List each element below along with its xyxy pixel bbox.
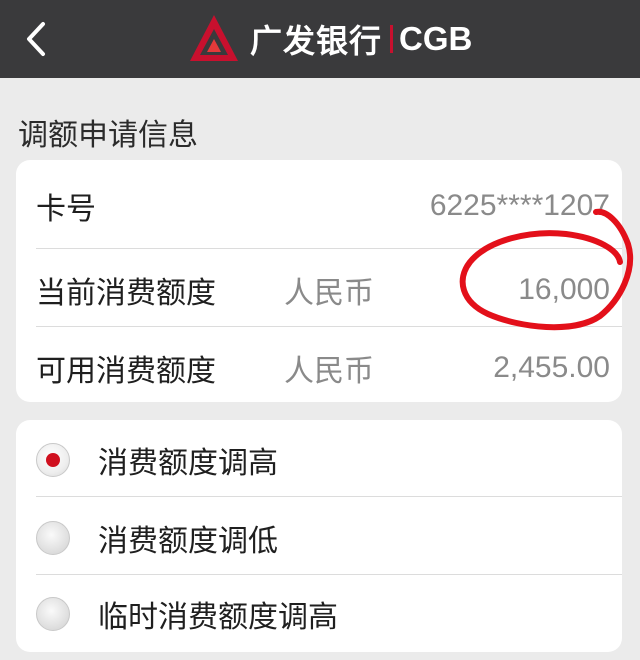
radio-selected-dot	[46, 453, 60, 467]
available-limit-row: 可用消费额度 人民币 2,455.00	[36, 348, 612, 389]
chevron-left-icon	[27, 22, 45, 56]
current-limit-value: 16,000	[518, 273, 610, 306]
bank-brand: 广发银行 CGB	[188, 12, 472, 66]
radio-button[interactable]	[36, 521, 70, 555]
current-limit-row: 当前消费额度 人民币 16,000	[36, 270, 612, 311]
card-number-label: 卡号	[36, 192, 96, 227]
current-limit-label: 当前消费额度	[36, 276, 216, 311]
available-limit-value: 2,455.00	[493, 351, 610, 384]
option-label: 消费额度调低	[98, 524, 278, 559]
adjustment-type-card: 消费额度调高 消费额度调低 临时消费额度调高	[16, 420, 622, 652]
current-limit-currency: 人民币	[284, 276, 374, 311]
divider	[36, 574, 622, 575]
available-limit-currency: 人民币	[284, 354, 374, 389]
limit-info-card: 卡号 6225****1207 当前消费额度 人民币 16,000 可用消费额度…	[16, 160, 622, 402]
section-title: 调额申请信息	[18, 118, 198, 153]
brand-separator	[390, 25, 394, 53]
card-number-value: 6225****1207	[429, 189, 610, 222]
divider	[36, 326, 622, 327]
option-decrease-limit[interactable]: 消费额度调低	[36, 518, 612, 559]
bank-name-english: CGB	[399, 20, 473, 57]
divider	[36, 496, 622, 497]
radio-button[interactable]	[36, 597, 70, 631]
back-button[interactable]	[14, 14, 58, 64]
available-limit-label: 可用消费额度	[36, 354, 216, 389]
card-number-row: 卡号 6225****1207	[36, 186, 612, 227]
bank-name-chinese: 广发银行	[250, 22, 383, 60]
divider	[36, 248, 622, 249]
option-label: 消费额度调高	[98, 446, 278, 481]
top-navigation-bar: 广发银行 CGB	[0, 0, 640, 78]
option-label: 临时消费额度调高	[98, 600, 338, 635]
option-increase-limit[interactable]: 消费额度调高	[36, 440, 612, 481]
cgb-logo-icon	[190, 15, 238, 61]
radio-button-selected[interactable]	[36, 443, 70, 477]
option-temporary-increase[interactable]: 临时消费额度调高	[36, 594, 612, 635]
